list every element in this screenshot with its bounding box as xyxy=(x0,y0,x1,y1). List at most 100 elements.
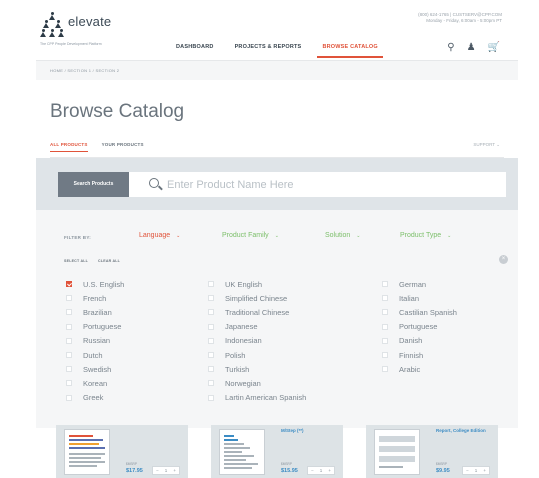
language-option[interactable]: French xyxy=(66,291,124,305)
checkbox[interactable] xyxy=(66,394,72,401)
checkbox[interactable] xyxy=(66,309,72,316)
nav-projects-reports[interactable]: PROJECTS & REPORTS xyxy=(235,44,302,57)
breadcrumb-bar: HOME / SECTION 1 / SECTION 2 xyxy=(36,60,518,80)
language-option[interactable]: Norwegian xyxy=(208,376,306,390)
checkbox[interactable] xyxy=(66,380,72,387)
language-label: Danish xyxy=(399,336,423,346)
language-label: Polish xyxy=(225,350,246,360)
user-icon[interactable]: ♟ xyxy=(467,42,476,53)
filter-language-dropdown[interactable]: Language ⌄ xyxy=(139,232,180,239)
language-option[interactable]: Russian xyxy=(66,334,124,348)
language-option[interactable]: German xyxy=(382,277,457,291)
language-option[interactable]: Castilian Spanish xyxy=(382,305,457,319)
language-option[interactable]: Greek xyxy=(66,391,124,405)
product-title[interactable]: M/Step (**) xyxy=(281,428,339,434)
language-option[interactable]: Portuguese xyxy=(66,320,124,334)
search-products-button[interactable]: Search Products xyxy=(58,172,129,197)
language-label: Brazilian xyxy=(83,307,112,317)
language-option[interactable]: Portuguese xyxy=(382,320,457,334)
checkbox[interactable] xyxy=(208,323,214,330)
checkbox[interactable] xyxy=(382,323,388,330)
product-thumbnail[interactable] xyxy=(64,429,110,475)
language-option[interactable]: Swedish xyxy=(66,362,124,376)
tab-your-products[interactable]: YOUR PRODUCTS xyxy=(102,142,144,152)
language-option[interactable]: Arabic xyxy=(382,362,457,376)
checkbox[interactable] xyxy=(66,366,72,373)
language-label: Korean xyxy=(83,378,108,388)
language-option[interactable]: UK English xyxy=(208,277,306,291)
minus-icon[interactable]: − xyxy=(466,468,469,473)
elevate-logo[interactable]: elevate The CPP People Development Platf… xyxy=(40,12,150,46)
language-option[interactable]: Brazilian xyxy=(66,305,124,319)
checkbox[interactable] xyxy=(382,366,388,373)
language-option[interactable]: Simplified Chinese xyxy=(208,291,306,305)
page-title: Browse Catalog xyxy=(50,101,185,122)
language-option[interactable]: Lartin American Spanish xyxy=(208,391,306,405)
language-option[interactable]: Indonesian xyxy=(208,334,306,348)
checkbox[interactable] xyxy=(208,352,214,359)
product-card[interactable]: $MSRP $17.95 −1 + xyxy=(56,425,188,478)
language-option[interactable]: Polish xyxy=(208,348,306,362)
checkbox[interactable] xyxy=(208,281,214,288)
product-price: $15.95 xyxy=(281,468,298,474)
language-label: Finnish xyxy=(399,350,424,360)
product-thumbnail[interactable] xyxy=(219,429,265,475)
checkbox[interactable] xyxy=(208,394,214,401)
checkbox[interactable] xyxy=(208,337,214,344)
filter-language-label: Language xyxy=(139,232,171,239)
product-card[interactable]: Report, College Edition $MSRP $9.95 −1 + xyxy=(366,425,498,478)
plus-icon[interactable]: + xyxy=(173,468,176,473)
quantity-stepper[interactable]: −1 + xyxy=(462,466,490,475)
product-thumbnail[interactable] xyxy=(374,429,420,475)
language-option[interactable]: Korean xyxy=(66,376,124,390)
search-icon[interactable]: ⚲ xyxy=(447,42,454,53)
filter-product-type-dropdown[interactable]: Product Type ⌄ xyxy=(400,232,451,239)
filter-solution-dropdown[interactable]: Solution ⌄ xyxy=(325,232,361,239)
plus-icon[interactable]: + xyxy=(483,468,486,473)
minus-icon[interactable]: − xyxy=(156,468,159,473)
checkbox[interactable] xyxy=(208,366,214,373)
checkbox[interactable] xyxy=(66,281,72,288)
nav-browse-catalog[interactable]: BROWSE CATALOG xyxy=(317,44,384,58)
close-icon[interactable]: × xyxy=(499,255,508,264)
product-title[interactable]: Report, College Edition xyxy=(436,428,494,434)
filter-product-family-dropdown[interactable]: Product Family ⌄ xyxy=(222,232,279,239)
language-option[interactable]: Japanese xyxy=(208,320,306,334)
language-label: Dutch xyxy=(83,350,103,360)
plus-icon[interactable]: + xyxy=(328,468,331,473)
minus-icon[interactable]: − xyxy=(311,468,314,473)
support-link[interactable]: SUPPORT ⌄ xyxy=(473,142,500,148)
nav-dashboard[interactable]: DASHBOARD xyxy=(176,44,214,57)
checkbox[interactable] xyxy=(66,323,72,330)
checkbox[interactable] xyxy=(382,352,388,359)
search-icon[interactable] xyxy=(149,178,159,188)
checkbox[interactable] xyxy=(208,309,214,316)
language-option[interactable]: Danish xyxy=(382,334,457,348)
language-option[interactable]: Italian xyxy=(382,291,457,305)
language-option[interactable]: Finnish xyxy=(382,348,457,362)
checkbox[interactable] xyxy=(66,295,72,302)
cart-icon[interactable]: 🛒 xyxy=(488,42,500,53)
quantity-stepper[interactable]: −1 + xyxy=(307,466,335,475)
select-all-link[interactable]: SELECT ALL xyxy=(64,259,88,263)
tab-all-products[interactable]: ALL PRODUCTS xyxy=(50,142,88,152)
clear-all-link[interactable]: CLEAR ALL xyxy=(98,259,120,263)
product-card[interactable]: M/Step (**) $MSRP $15.95 −1 + xyxy=(211,425,343,478)
checkbox[interactable] xyxy=(66,352,72,359)
quantity-stepper[interactable]: −1 + xyxy=(152,466,180,475)
checkbox[interactable] xyxy=(208,380,214,387)
language-option[interactable]: Dutch xyxy=(66,348,124,362)
search-box xyxy=(129,172,506,197)
language-label: Simplified Chinese xyxy=(225,293,288,303)
search-input[interactable] xyxy=(167,172,487,197)
checkbox[interactable] xyxy=(208,295,214,302)
checkbox[interactable] xyxy=(382,309,388,316)
language-option[interactable]: Traditional Chinese xyxy=(208,305,306,319)
language-option[interactable]: Turkish xyxy=(208,362,306,376)
checkbox[interactable] xyxy=(382,295,388,302)
checkbox[interactable] xyxy=(382,281,388,288)
language-option[interactable]: U.S. English xyxy=(66,277,124,291)
checkbox[interactable] xyxy=(382,337,388,344)
checkbox[interactable] xyxy=(66,337,72,344)
breadcrumb[interactable]: HOME / SECTION 1 / SECTION 2 xyxy=(50,68,119,73)
